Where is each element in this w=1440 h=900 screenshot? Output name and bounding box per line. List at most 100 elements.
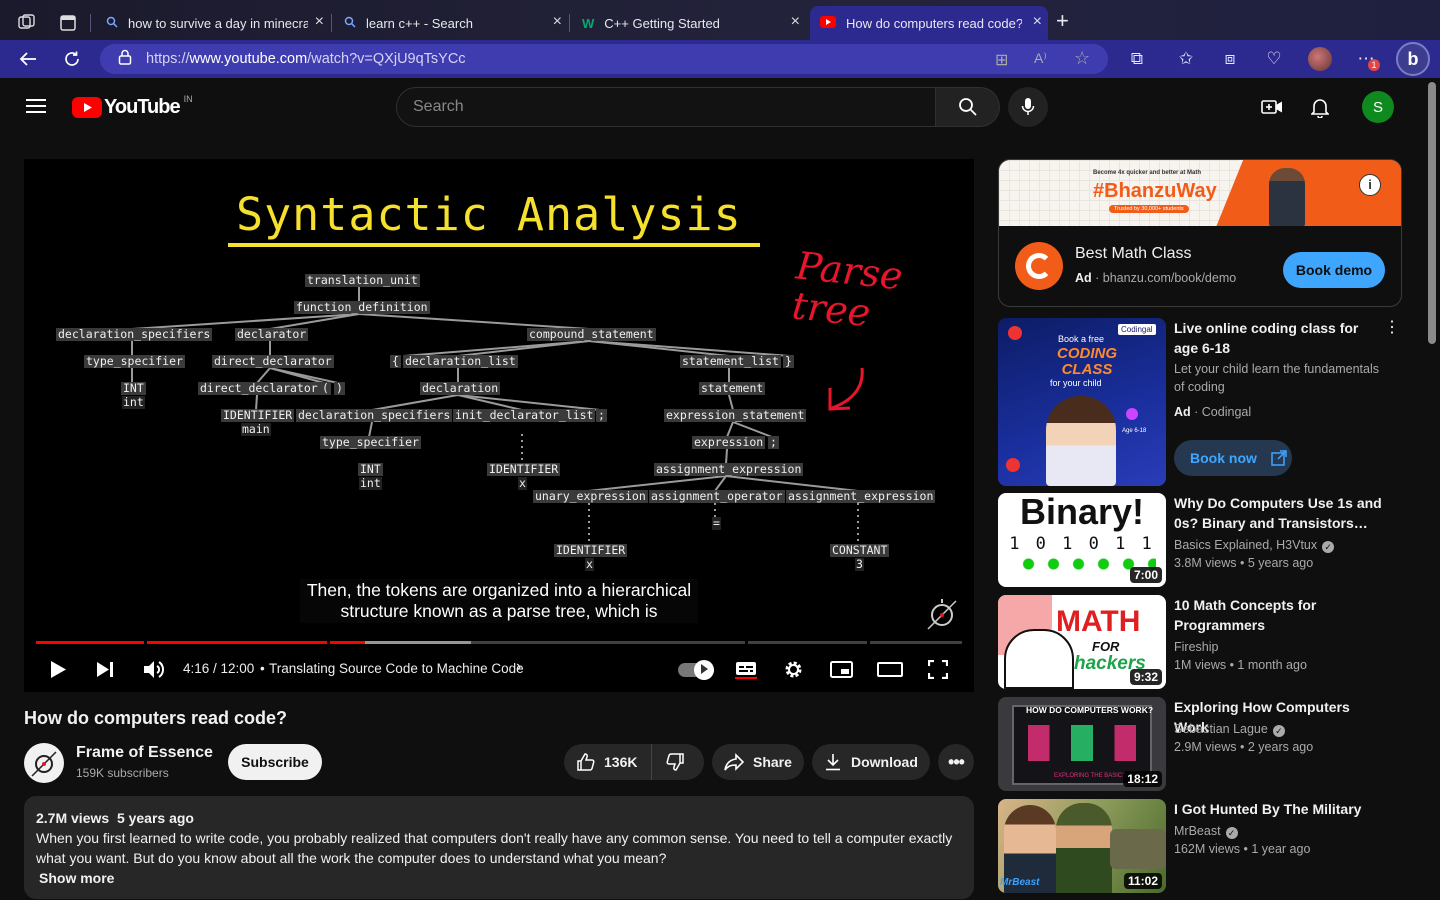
video-title[interactable]: Why Do Computers Use 1s and 0s? Binary a… [1174,493,1384,533]
hamburger-menu-icon[interactable] [26,98,46,114]
tab-title: How do computers read code? [846,15,1022,31]
channel-name[interactable]: Fireship [1174,640,1218,654]
like-button[interactable]: 136K [564,744,652,780]
chapter-separator: • [260,661,265,676]
video-thumbnail[interactable]: Codingal Book a free CODING CLASS for yo… [998,318,1166,486]
refresh-icon[interactable] [61,48,83,70]
views: 2.9M views [1174,740,1237,754]
advertiser-logo-mark [1026,253,1052,279]
close-icon[interactable]: × [315,14,324,30]
channel-name[interactable]: Basics Explained, H3Vtux ✓ [1174,538,1335,553]
video-meta: 1M views • 1 month ago [1174,658,1307,672]
handwritten-annotation: Parse tree [789,243,905,336]
subscribe-button[interactable]: Subscribe [228,744,322,780]
description-box[interactable]: 2.7M views 5 years ago When you first le… [24,796,974,899]
channel-watermark-icon[interactable] [924,595,960,631]
video-thumbnail[interactable]: MrBeast 11:02 [998,799,1166,893]
tree-node: declaration_specifiers [296,408,453,422]
book-demo-button[interactable]: Book demo [1283,252,1385,288]
vertical-tabs-icon[interactable] [60,15,76,31]
channel-name[interactable]: MrBeast ✓ [1174,824,1238,839]
create-video-icon[interactable] [1261,98,1283,121]
recommended-video-item[interactable]: MATH FOR hackers 9:32 10 Math Concepts f… [998,595,1402,689]
ad-banner[interactable]: Become 4x quicker and better at Math #Bh… [999,160,1401,226]
advertiser-logo [1015,242,1063,290]
page-scrollbar[interactable] [1428,82,1436,344]
channel-name[interactable]: Sebastian Lague ✓ [1174,722,1285,737]
video-title[interactable]: Live online coding class for age 6-18 [1174,318,1384,358]
close-icon[interactable]: × [791,14,800,30]
app-available-icon[interactable]: ⊞ [995,50,1008,70]
video-player[interactable]: Syntactic Analysis translation_unit func… [24,159,974,692]
channel-name[interactable]: Frame of Essence [76,744,213,762]
close-icon[interactable]: × [1033,14,1042,30]
settings-gear-icon[interactable] [783,659,804,685]
share-button[interactable]: Share [712,744,804,780]
video-thumbnail[interactable]: MATH FOR hackers 9:32 [998,595,1166,689]
theater-mode-icon[interactable] [877,662,903,682]
tree-node: direct_declarator [212,354,334,368]
thumb-text: Book a free [1058,334,1105,344]
tab-minecraft[interactable]: how to survive a day in minecra × [96,6,330,40]
channel-avatar[interactable] [24,743,64,783]
workspaces-icon[interactable] [18,14,36,30]
close-icon[interactable]: × [553,14,562,30]
thumb-soldier [1056,803,1112,893]
notifications-bell-icon[interactable] [1310,97,1330,123]
address-bar[interactable]: https://www.youtube.com/watch?v=QXjU9qTs… [100,44,1108,74]
thumb-text: EXPLORING THE BASICS [1054,773,1127,779]
tab-youtube-active[interactable]: How do computers read code? × [810,6,1048,40]
profile-avatar-icon[interactable] [1308,47,1332,71]
tree-node: ; [596,408,607,422]
favorite-star-icon[interactable]: ☆ [1074,48,1090,69]
ad-card[interactable]: Become 4x quicker and better at Math #Bh… [998,159,1402,307]
volume-icon[interactable] [143,660,165,684]
account-avatar[interactable]: S [1362,91,1394,123]
recommended-video-item[interactable]: Binary! 1 0 1 0 1 1 7:00 Why Do Computer… [998,493,1402,587]
back-icon[interactable] [17,48,39,70]
youtube-logo[interactable]: YouTube IN [72,94,193,119]
bing-copilot-icon[interactable]: b [1396,42,1430,76]
extensions-icon[interactable]: ⧉ [1126,48,1148,70]
show-more-button[interactable]: Show more [36,868,962,888]
upload-age: 5 years ago [116,810,194,826]
performance-icon[interactable]: ♡ [1263,48,1285,70]
recommended-video-item[interactable]: HOW DO COMPUTERS WORK? EXPLORING THE BAS… [998,697,1402,791]
read-aloud-icon[interactable]: A⁾ [1034,50,1047,67]
sponsored-video-item[interactable]: Codingal Book a free CODING CLASS for yo… [998,318,1402,486]
info-icon[interactable]: i [1359,174,1381,196]
tree-leaf: x [518,476,527,490]
chevron-right-icon[interactable]: › [516,658,521,676]
miniplayer-icon[interactable] [830,661,853,683]
progress-bar[interactable] [36,641,962,644]
book-now-button[interactable]: Book now [1174,440,1292,476]
collections-icon[interactable]: ⧈ [1219,48,1241,70]
recommended-video-item[interactable]: MrBeast 11:02 I Got Hunted By The Milita… [998,799,1402,893]
video-title[interactable]: 10 Math Concepts for Programmers [1174,595,1384,635]
autoplay-toggle[interactable] [678,660,714,680]
banner-trust: Trusted by 30,000+ students [1109,205,1189,213]
tab-learn-cpp[interactable]: learn c++ - Search × [334,6,568,40]
search-button[interactable] [936,87,1000,127]
search-input[interactable]: Search [396,87,936,127]
fullscreen-icon[interactable] [927,659,949,684]
tree-node: translation_unit [305,273,420,287]
voice-search-button[interactable] [1008,87,1048,127]
next-icon[interactable] [96,661,114,683]
video-thumbnail[interactable]: HOW DO COMPUTERS WORK? EXPLORING THE BAS… [998,697,1166,791]
dislike-button[interactable] [652,752,685,772]
more-actions-button[interactable]: ••• [938,744,974,780]
new-tab-button[interactable]: + [1056,8,1069,34]
video-thumbnail[interactable]: Binary! 1 0 1 0 1 1 7:00 [998,493,1166,587]
subtitles-icon[interactable] [735,661,757,684]
tree-node: type_specifier [320,435,421,449]
duration-badge: 9:32 [1129,669,1162,685]
more-vertical-icon[interactable]: ⋮ [1384,320,1400,336]
chapter-title[interactable]: Translating Source Code to Machine Code [269,661,524,676]
download-button[interactable]: Download [812,744,930,780]
play-icon[interactable] [50,660,67,684]
video-title[interactable]: I Got Hunted By The Military [1174,799,1384,819]
favorites-icon[interactable]: ✩ [1175,48,1197,70]
tab-cpp-getting-started[interactable]: W C++ Getting Started × [572,6,806,40]
ad-meta: Ad · Codingal [1174,405,1252,419]
